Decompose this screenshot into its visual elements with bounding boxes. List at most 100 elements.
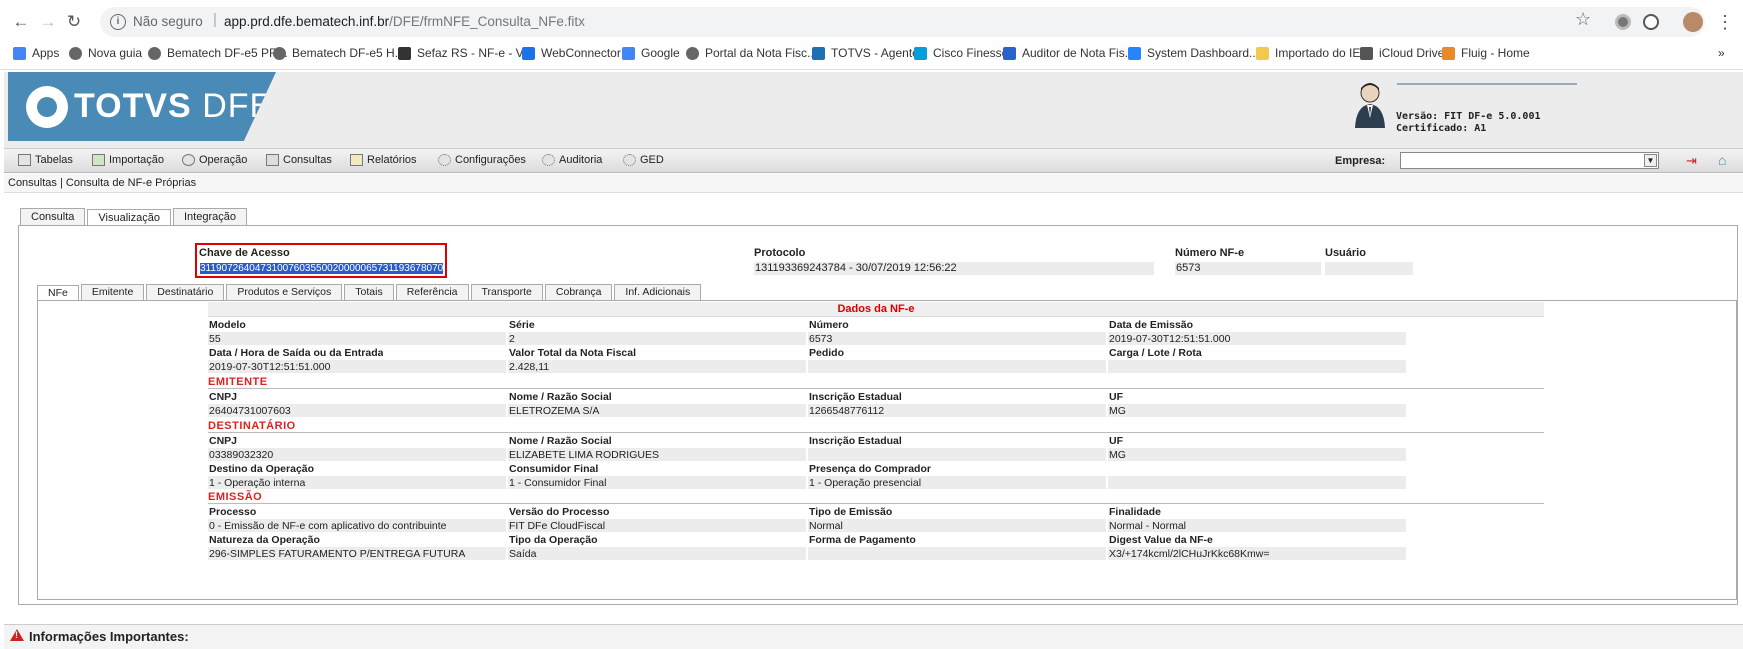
bookmark-star-icon[interactable]: ☆ [1575, 9, 1591, 30]
info-icon[interactable]: i [110, 14, 126, 30]
folder-icon [1256, 46, 1269, 60]
bookmark-item[interactable]: Apps [13, 44, 59, 62]
gear-icon [542, 154, 555, 166]
menu-auditoria[interactable]: Auditoria [542, 154, 602, 166]
field-label: Data de Emissão [1109, 319, 1194, 331]
bookmark-item[interactable]: WebConnector [522, 44, 621, 62]
important-info-bar[interactable]: Informações Importantes: [4, 624, 1743, 649]
bookmark-label: Apps [32, 46, 60, 60]
main-content: Consulta Visualização Integração Chave d… [8, 195, 1743, 609]
more-bookmarks-icon[interactable]: » [1718, 44, 1725, 62]
bookmark-item[interactable]: Google [622, 44, 680, 62]
field-label: Número [809, 319, 849, 331]
logout-icon[interactable]: ⇥ [1686, 153, 1697, 169]
numero-value: 6573 [1175, 262, 1321, 275]
field-label: UF [1109, 391, 1123, 403]
subtab-destinatario[interactable]: Destinatário [146, 284, 225, 300]
empresa-select[interactable]: ▼ [1400, 152, 1659, 169]
bookmark-item[interactable]: Fluig - Home [1442, 44, 1530, 62]
bookmark-item[interactable]: Bematech DF-e5 PR... [148, 44, 288, 62]
tab-integracao[interactable]: Integração [172, 208, 247, 226]
field-value [1108, 360, 1406, 373]
extension-record-icon[interactable] [1615, 14, 1631, 30]
dados-labels-row: Modelo Série Número Data de Emissão [208, 318, 1544, 332]
extension-v-icon[interactable] [1643, 14, 1659, 30]
usuario-value [1325, 262, 1413, 275]
field-value [808, 360, 1106, 373]
field-label: Digest Value da NF-e [1109, 534, 1213, 546]
subtab-transporte[interactable]: Transporte [470, 284, 543, 300]
menu-operacao[interactable]: Operação [182, 154, 247, 166]
subtab-referencia[interactable]: Referência [395, 284, 469, 300]
emitente-labels-row: CNPJ Nome / Razão Social Inscrição Estad… [208, 390, 1544, 404]
gear-icon [623, 154, 636, 166]
bookmark-item[interactable]: Auditor de Nota Fis... [1003, 44, 1135, 62]
field-value: Normal - Normal [1108, 519, 1406, 532]
bookmark-item[interactable]: Sefaz RS - NF-e - V... [398, 44, 533, 62]
tab-consulta[interactable]: Consulta [20, 208, 86, 226]
bookmarks-bar: Apps Nova guia Bematech DF-e5 PR... Bematec… [0, 41, 1743, 65]
bookmark-item[interactable]: System Dashboard... [1128, 44, 1259, 62]
numero-field: Número NF-e 6573 [1175, 247, 1321, 275]
field-value: Saída [508, 547, 806, 560]
nfe-details-panel: Dados da NF-e Modelo Série Número Data d… [37, 300, 1737, 600]
forward-arrow-icon[interactable]: → [37, 11, 59, 33]
dados-labels-row: Data / Hora de Saída ou da Entrada Valor… [208, 346, 1544, 360]
field-value: 2019-07-30T12:51:51.000 [208, 360, 506, 373]
important-info-label: Informações Importantes: [29, 629, 189, 644]
field-label: Nome / Razão Social [509, 391, 612, 403]
bookmark-label: Cisco Finesse [933, 46, 1009, 60]
reload-icon[interactable]: ↻ [63, 11, 85, 33]
address-bar[interactable]: i Não seguro | app.prd.dfe.bematech.inf.… [100, 7, 1705, 37]
bookmark-item[interactable]: iCloud Drive [1360, 44, 1444, 62]
chevron-down-icon[interactable]: ▼ [1644, 154, 1657, 167]
subtab-inf-adicionais[interactable]: Inf. Adicionais [614, 284, 702, 300]
logo-text: TOTVS DFE [74, 88, 273, 124]
field-value: Normal [808, 519, 1106, 532]
warning-icon [10, 629, 24, 641]
globe-icon [69, 46, 82, 60]
field-value: 0 - Emissão de NF-e com aplicativo do co… [208, 519, 506, 532]
subtab-nfe[interactable]: NFe [37, 285, 79, 301]
profile-avatar[interactable] [1683, 12, 1703, 32]
subtab-produtos[interactable]: Produtos e Serviços [226, 284, 343, 300]
chave-value[interactable]: 3119072640473100760355002000006573119367… [200, 263, 444, 274]
subtab-totais[interactable]: Totais [344, 284, 394, 300]
menu-ged[interactable]: GED [623, 154, 664, 166]
browser-menu-icon[interactable]: ⋮ [1716, 8, 1734, 36]
breadcrumb: Consultas | Consulta de NF-e Próprias [4, 174, 1743, 193]
menu-label: Operação [199, 154, 248, 166]
bookmark-item[interactable]: Bematech DF-e5 H... [273, 44, 405, 62]
back-arrow-icon[interactable]: ← [10, 11, 32, 33]
menu-relatorios[interactable]: Relatórios [350, 154, 417, 166]
destinatario-labels-row: CNPJ Nome / Razão Social Inscrição Estad… [208, 434, 1544, 448]
url-text[interactable]: app.prd.dfe.bematech.inf.br/DFE/frmNFE_C… [224, 14, 585, 29]
bookmark-label: System Dashboard... [1147, 46, 1260, 60]
subtab-emitente[interactable]: Emitente [80, 284, 145, 300]
subtab-cobranca[interactable]: Cobrança [544, 284, 613, 300]
menu-tabelas[interactable]: Tabelas [18, 154, 73, 166]
menu-configuracoes[interactable]: Configurações [438, 154, 526, 166]
menu-label: Configurações [455, 154, 526, 166]
bookmark-label: TOTVS - Agente [831, 46, 919, 60]
field-label: Inscrição Estadual [809, 391, 902, 403]
bookmark-item[interactable]: Nova guia [69, 44, 142, 62]
field-label [1108, 462, 1109, 475]
bookmark-label: Bematech DF-e5 PR... [167, 46, 288, 60]
menu-importacao[interactable]: Importação [92, 154, 164, 166]
home-icon[interactable]: ⌂ [1718, 152, 1726, 168]
field-value: 1 - Consumidor Final [508, 476, 806, 489]
chave-label: Chave de Acesso [199, 247, 290, 259]
bookmark-item[interactable]: TOTVS - Agente [812, 44, 919, 62]
bookmark-item[interactable]: Importado do IE [1256, 44, 1360, 62]
destinatario-title: DESTINATÁRIO [208, 419, 1544, 433]
dados-title: Dados da NF-e [208, 302, 1544, 317]
menu-label: Consultas [283, 154, 332, 166]
visualizacao-panel: Chave de Acesso 311907264047310076035500… [18, 225, 1738, 605]
emissao-labels-row: Natureza da Operação Tipo da Operação Fo… [208, 533, 1544, 547]
bookmark-item[interactable]: Portal da Nota Fisc... [686, 44, 817, 62]
field-label: Data / Hora de Saída ou da Entrada [209, 347, 384, 359]
menu-consultas[interactable]: Consultas [266, 154, 332, 166]
field-label: Inscrição Estadual [809, 435, 902, 447]
bookmark-item[interactable]: Cisco Finesse [914, 44, 1008, 62]
